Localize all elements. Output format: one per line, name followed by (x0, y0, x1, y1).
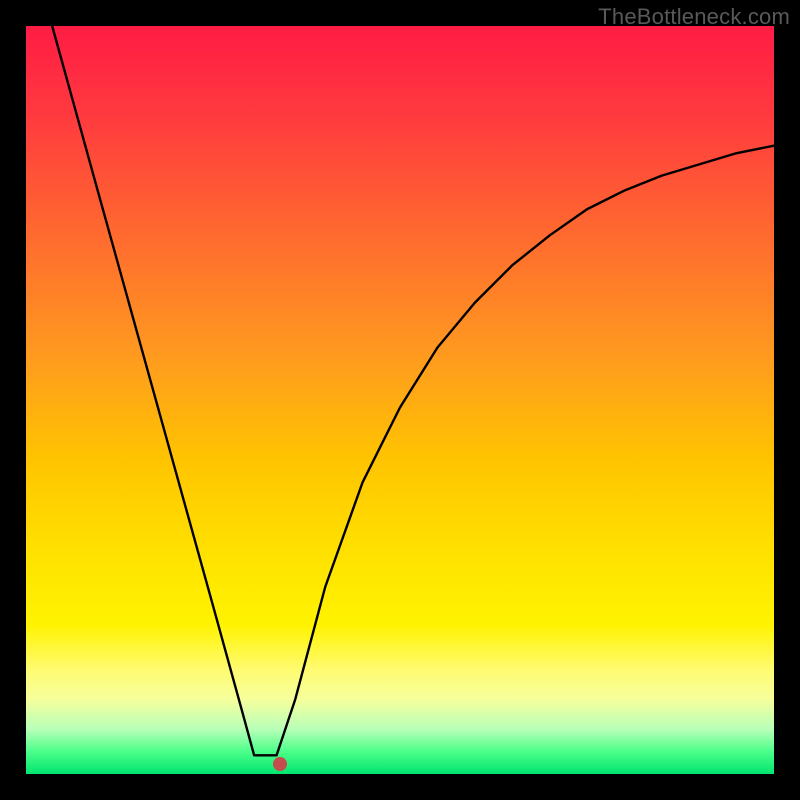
curve-svg (26, 26, 774, 774)
bottleneck-curve (52, 26, 774, 755)
plot-area (26, 26, 774, 774)
min-dot (273, 757, 287, 771)
chart-container: TheBottleneck.com (0, 0, 800, 800)
